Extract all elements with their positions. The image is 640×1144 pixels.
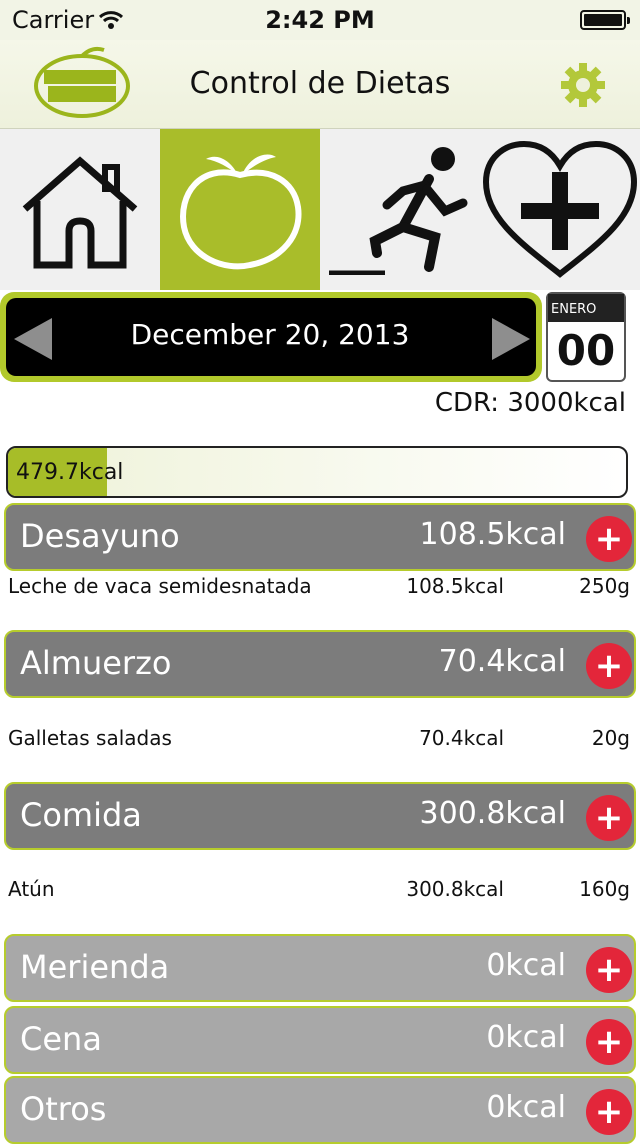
add-food-button[interactable]: + [586, 947, 632, 993]
meal-name: Merienda [20, 948, 170, 986]
meal-kcal: 0kcal [486, 1090, 566, 1125]
food-name: Leche de vaca semidesnatada [8, 574, 312, 598]
tab-exercise[interactable] [320, 129, 480, 290]
meal-row-almuerzo[interactable]: Almuerzo 70.4kcal + [4, 630, 636, 698]
calorie-progress-label: 479.7kcal [16, 460, 124, 485]
meal-name: Comida [20, 796, 142, 834]
home-icon [22, 155, 138, 268]
calendar-day: 00 [556, 326, 616, 375]
next-day-button[interactable] [490, 316, 532, 362]
settings-gear-icon[interactable] [560, 62, 606, 108]
meal-kcal: 0kcal [486, 948, 566, 983]
meal-kcal: 300.8kcal [419, 796, 566, 831]
meal-kcal: 108.5kcal [419, 517, 566, 552]
meal-row-desayuno[interactable]: Desayuno 108.5kcal + [4, 503, 636, 571]
meal-row-merienda[interactable]: Merienda 0kcal + [4, 934, 636, 1002]
calendar-month: ENERO [551, 302, 597, 317]
runner-icon [329, 146, 468, 275]
meal-name: Almuerzo [20, 644, 172, 682]
add-food-button[interactable]: + [586, 795, 632, 841]
current-date: December 20, 2013 [130, 318, 410, 351]
food-grams: 20g [591, 726, 630, 750]
meal-row-cena[interactable]: Cena 0kcal + [4, 1006, 636, 1074]
meal-name: Desayuno [20, 517, 180, 555]
meal-row-otros[interactable]: Otros 0kcal + [4, 1076, 636, 1144]
meal-kcal: 0kcal [486, 1020, 566, 1055]
apple-icon [180, 153, 302, 269]
food-kcal: 70.4kcal [419, 726, 504, 750]
add-food-button[interactable]: + [586, 1019, 632, 1065]
food-grams: 250g [579, 574, 630, 598]
tab-health[interactable] [480, 129, 640, 290]
food-kcal: 108.5kcal [406, 574, 504, 598]
food-grams: 160g [579, 877, 630, 901]
food-item[interactable]: Galletas saladas 70.4kcal 20g [0, 726, 640, 756]
food-item[interactable]: Leche de vaca semidesnatada 108.5kcal 25… [0, 574, 640, 604]
food-item[interactable]: Atún 300.8kcal 160g [0, 877, 640, 907]
food-kcal: 300.8kcal [406, 877, 504, 901]
meal-name: Cena [20, 1020, 102, 1058]
meal-row-comida[interactable]: Comida 300.8kcal + [4, 782, 636, 850]
add-food-button[interactable]: + [586, 643, 632, 689]
clock: 2:42 PM [265, 6, 375, 34]
food-name: Atún [8, 877, 55, 901]
daily-calorie-target: CDR: 3000kcal [434, 388, 626, 418]
tab-diet[interactable] [160, 129, 320, 290]
heart-plus-icon [482, 140, 638, 278]
add-food-button[interactable]: + [586, 516, 632, 562]
add-food-button[interactable]: + [586, 1089, 632, 1135]
tab-home[interactable] [0, 129, 160, 290]
meal-name: Otros [20, 1090, 107, 1128]
food-name: Galletas saladas [8, 726, 172, 750]
battery-icon [580, 10, 630, 30]
page-title: Control de Dietas [189, 66, 451, 101]
meal-kcal: 70.4kcal [438, 644, 566, 679]
